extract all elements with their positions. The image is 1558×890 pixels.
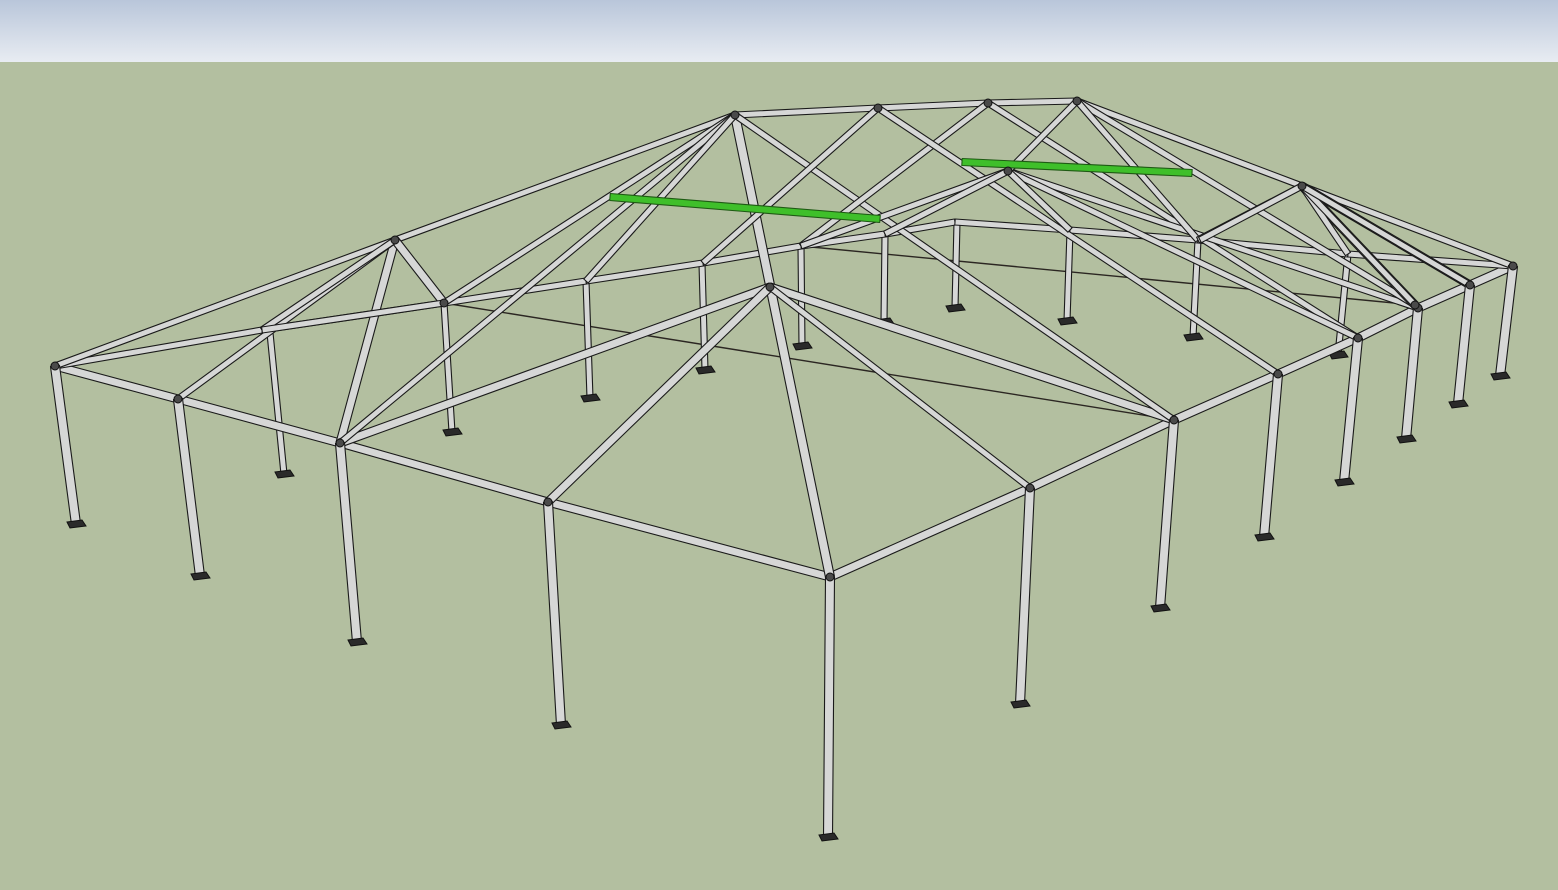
front-leg bbox=[1400, 307, 1424, 440]
frame-connector bbox=[873, 103, 883, 113]
back-leg-footplate bbox=[695, 365, 716, 375]
front-leg-footplate bbox=[1254, 532, 1275, 542]
front-leg-footplate bbox=[1490, 371, 1511, 381]
back-leg bbox=[1063, 230, 1074, 322]
front-leg-footplate bbox=[190, 571, 211, 581]
front-leg-footplate bbox=[1150, 603, 1171, 613]
front-leg-footplate bbox=[1334, 477, 1355, 487]
back-leg-footplate bbox=[945, 303, 966, 313]
frame-connector bbox=[825, 572, 835, 582]
front-leg bbox=[822, 576, 836, 838]
frame-tube bbox=[1171, 369, 1281, 425]
frame-connector bbox=[1003, 166, 1013, 176]
front-leg-footplate bbox=[1396, 434, 1417, 444]
frame-tube bbox=[877, 99, 989, 112]
front-leg-footplate bbox=[66, 519, 87, 529]
frame-connector bbox=[173, 394, 183, 404]
frame-connector bbox=[1025, 483, 1035, 493]
frame-tube bbox=[176, 394, 342, 448]
front-leg bbox=[49, 364, 82, 526]
front-leg bbox=[1154, 419, 1180, 609]
front-leg bbox=[1494, 264, 1519, 378]
frame-connector bbox=[765, 282, 775, 292]
frame-tube bbox=[546, 497, 832, 582]
frame-tube bbox=[987, 97, 1078, 107]
frame-tube bbox=[1027, 415, 1177, 493]
frame-tube bbox=[53, 361, 180, 404]
back-leg-footplate bbox=[792, 341, 813, 351]
front-leg bbox=[1258, 373, 1284, 538]
back-leg bbox=[440, 302, 456, 433]
frame-tube bbox=[338, 438, 550, 507]
front-leg-footplate bbox=[818, 832, 839, 842]
front-leg bbox=[334, 442, 363, 643]
tent-frame-model[interactable] bbox=[0, 0, 1558, 890]
frame-connector bbox=[983, 98, 993, 108]
back-leg-footplate bbox=[1183, 332, 1204, 342]
frame-connector bbox=[1169, 415, 1179, 425]
back-leg-footplate bbox=[274, 469, 295, 479]
frame-connector bbox=[1353, 333, 1363, 343]
front-leg-footplate bbox=[347, 637, 368, 647]
front-leg bbox=[1452, 283, 1476, 406]
frame-connector bbox=[1273, 369, 1283, 379]
front-leg-footplate bbox=[551, 720, 572, 730]
front-leg-footplate bbox=[1448, 399, 1469, 409]
frame-connector bbox=[1072, 96, 1082, 106]
frame-connector bbox=[335, 438, 345, 448]
frame-tube bbox=[337, 112, 738, 446]
frame-tube bbox=[730, 113, 835, 579]
front-leg bbox=[542, 501, 567, 726]
frame-tube bbox=[1355, 303, 1421, 343]
front-leg bbox=[1338, 337, 1364, 483]
frame-tube bbox=[768, 282, 1176, 425]
frame-connector bbox=[439, 298, 449, 308]
frame-connector bbox=[1410, 300, 1420, 310]
back-leg bbox=[880, 234, 889, 323]
frame-tube bbox=[734, 104, 879, 119]
frame-tube bbox=[53, 236, 397, 370]
back-leg bbox=[582, 280, 594, 399]
frame-connector bbox=[390, 235, 400, 245]
frame-connector bbox=[543, 497, 553, 507]
back-leg bbox=[266, 332, 288, 475]
frame-tube bbox=[391, 236, 448, 307]
frame-tube bbox=[827, 483, 1033, 582]
frame-connector bbox=[1508, 261, 1518, 271]
front-leg bbox=[1014, 487, 1036, 705]
frame-connector bbox=[1297, 181, 1307, 191]
back-leg-footplate bbox=[580, 393, 601, 403]
back-leg-footplate bbox=[442, 427, 463, 437]
frame-connector bbox=[50, 361, 60, 371]
front-leg-footplate bbox=[1010, 699, 1031, 709]
modeling-viewport[interactable] bbox=[0, 0, 1558, 890]
frame-connector bbox=[730, 110, 740, 120]
frame-tube bbox=[1198, 182, 1304, 244]
frame-tube bbox=[544, 283, 774, 506]
front-leg bbox=[172, 397, 206, 578]
back-leg-footplate bbox=[1057, 316, 1078, 326]
frame-connector bbox=[1465, 280, 1475, 290]
